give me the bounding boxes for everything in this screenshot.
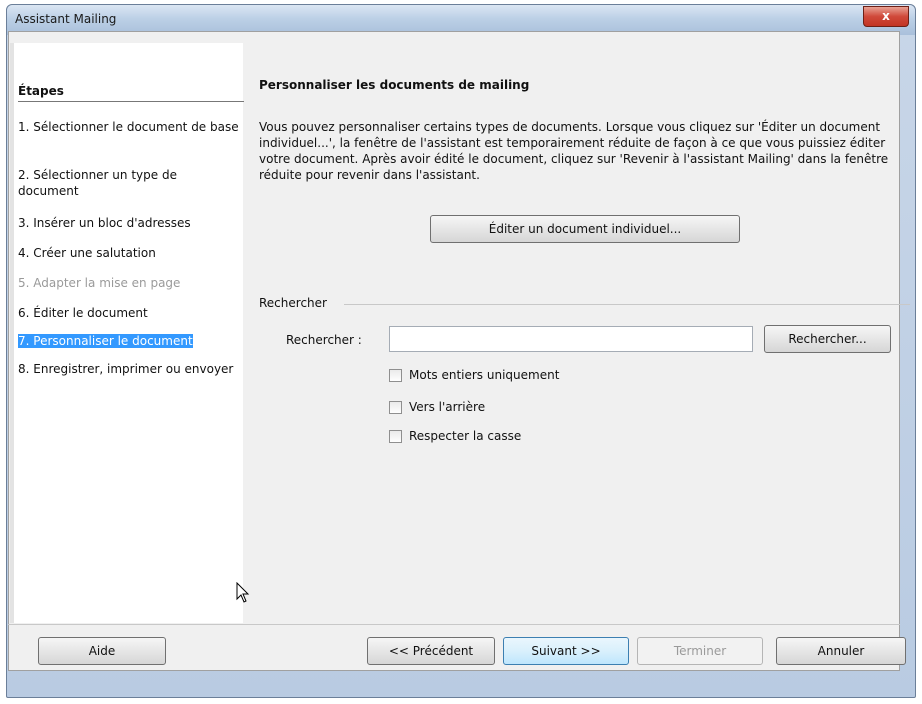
steps-header-divider: [18, 101, 244, 102]
step-create-salutation[interactable]: 4. Créer une salutation: [18, 245, 240, 261]
match-case-label: Respecter la casse: [409, 429, 522, 443]
search-button[interactable]: Rechercher...: [764, 325, 891, 353]
window-title: Assistant Mailing: [15, 12, 117, 26]
step-insert-address-block[interactable]: 3. Insérer un bloc d'adresses: [18, 215, 240, 231]
backwards-label: Vers l'arrière: [409, 400, 486, 414]
step-save-print-send[interactable]: 8. Enregistrer, imprimer ou envoyer: [18, 361, 240, 377]
steps-panel-edge: [10, 43, 14, 623]
edit-individual-document-button[interactable]: Éditer un document individuel...: [430, 215, 740, 243]
step-select-base-document[interactable]: 1. Sélectionner le document de base: [18, 119, 240, 135]
cancel-button[interactable]: Annuler: [776, 637, 906, 665]
whole-words-label: Mots entiers uniquement: [409, 368, 560, 382]
page-description: Vous pouvez personnaliser certains types…: [259, 120, 889, 182]
search-field-label: Rechercher :: [286, 333, 362, 347]
page-title: Personnaliser les documents de mailing: [259, 78, 530, 92]
step-select-document-type[interactable]: 2. Sélectionner un type de document: [18, 167, 240, 199]
match-case-checkbox[interactable]: [389, 430, 402, 443]
whole-words-checkbox[interactable]: [389, 369, 402, 382]
step-personalize-document[interactable]: 7. Personnaliser le document: [18, 333, 240, 349]
search-group-label: Rechercher: [259, 296, 327, 310]
steps-header: Étapes: [18, 84, 64, 98]
mouse-pointer-icon: [236, 582, 250, 603]
search-group-divider: [344, 304, 910, 305]
footer-divider: [8, 624, 900, 625]
finish-button: Terminer: [637, 637, 763, 665]
previous-button[interactable]: << Précédent: [367, 637, 495, 665]
step-edit-document[interactable]: 6. Éditer le document: [18, 305, 240, 321]
close-button[interactable]: x: [863, 6, 909, 27]
next-button[interactable]: Suivant >>: [503, 637, 629, 665]
step-adjust-layout: 5. Adapter la mise en page: [18, 276, 181, 290]
backwards-checkbox[interactable]: [389, 401, 402, 414]
search-input[interactable]: [389, 326, 753, 352]
help-button[interactable]: Aide: [38, 637, 166, 665]
